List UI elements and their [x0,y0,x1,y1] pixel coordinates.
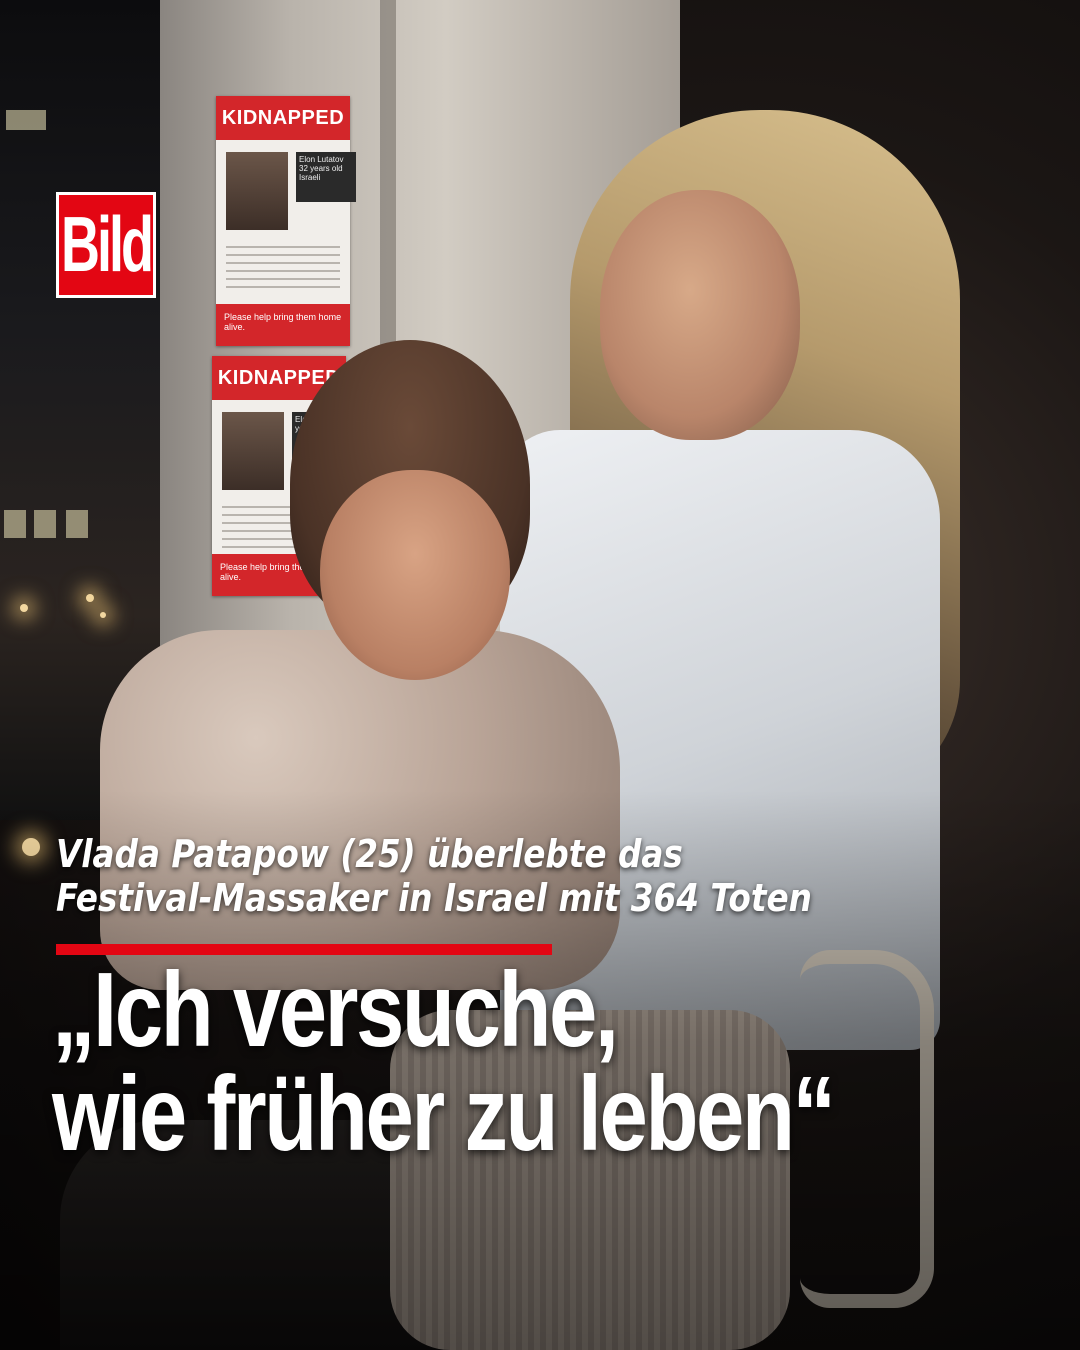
poster-name-box: Elon Lutatov 32 years old Israeli [296,152,356,202]
poster-photo [222,412,284,490]
quote-line-2: wie früher zu leben“ [52,1055,836,1173]
street-light [100,612,106,618]
post-image: KIDNAPPED Elon Lutatov 32 years old Isra… [0,0,1080,1350]
building-window [4,510,26,538]
headline-quote: „Ich versuche, wie früher zu leben“ [52,951,872,1173]
woman-face [600,190,800,440]
quote-line-1: „Ich versuche, [52,951,619,1069]
street-light [20,604,28,612]
building-window [6,110,46,130]
poster-photo [226,152,288,230]
building-window [66,510,88,538]
bild-logo-text: Bild [61,201,154,289]
subline-line-1: Vlada Patapow (25) überlebte das [56,832,683,876]
poster-header: KIDNAPPED [216,96,350,140]
kidnapped-poster: KIDNAPPED Elon Lutatov 32 years old Isra… [216,96,356,346]
poster-footer: Please help bring them home alive. [216,304,350,346]
street-light [86,594,94,602]
building-window [34,510,56,538]
child-face [320,470,510,680]
subline-line-2: Festival-Massaker in Israel mit 364 Tote… [56,876,812,920]
headline-subline: Vlada Patapow (25) überlebte das Festiva… [56,832,882,920]
bild-logo[interactable]: Bild [56,192,156,298]
poster-text-lines [226,246,340,292]
